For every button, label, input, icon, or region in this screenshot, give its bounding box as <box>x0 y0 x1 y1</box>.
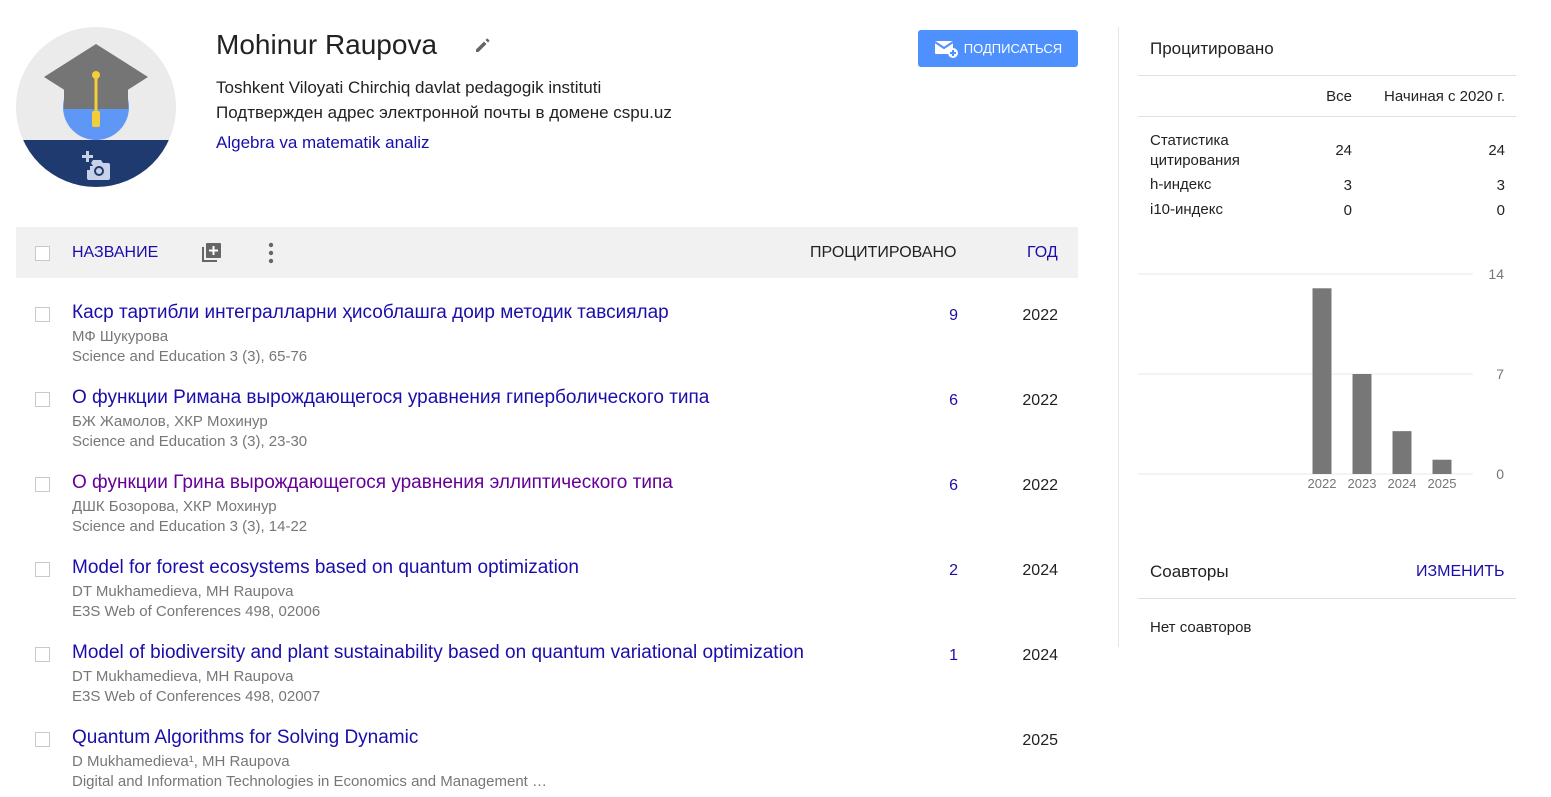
stats-col-all: Все <box>1326 88 1352 105</box>
row-checkbox[interactable] <box>35 392 50 407</box>
affiliation: Toshkent Viloyati Chirchiq davlat pedago… <box>216 78 602 97</box>
research-interest-link[interactable]: Algebra va matematik analiz <box>216 133 430 153</box>
article-year: 2025 <box>1022 732 1058 749</box>
stats-col-since: Начиная с 2020 г. <box>1384 88 1505 105</box>
y-tick-label: 0 <box>1496 466 1504 482</box>
stat-citations-since: 24 <box>1488 142 1505 159</box>
follow-button[interactable]: ПОДПИСАТЬСЯ <box>918 30 1078 67</box>
article-row: Model for forest ecosystems based on qua… <box>16 557 1078 642</box>
article-year: 2022 <box>1022 307 1058 324</box>
article-venue: E3S Web of Conferences 498, 02006 <box>72 603 321 620</box>
row-checkbox[interactable] <box>35 647 50 662</box>
article-authors: DT Mukhamedieva, MH Raupova <box>72 668 294 685</box>
x-tick-label: 2024 <box>1388 476 1417 491</box>
stat-citations-all: 24 <box>1335 142 1352 159</box>
article-year: 2022 <box>1022 477 1058 494</box>
article-authors: МФ Шукурова <box>72 328 169 345</box>
article-authors: DT Mukhamedieva, MH Raupova <box>72 583 294 600</box>
chart-bar <box>1392 431 1412 474</box>
row-checkbox[interactable] <box>35 307 50 322</box>
row-checkbox[interactable] <box>35 562 50 577</box>
chart-bar <box>1312 288 1332 474</box>
stat-h-index-all: 3 <box>1343 177 1352 194</box>
article-title-link[interactable]: Model of biodiversity and plant sustaina… <box>72 642 804 664</box>
row-checkbox[interactable] <box>35 732 50 747</box>
stat-h-index-since: 3 <box>1496 177 1505 194</box>
stat-i10-since: 0 <box>1496 202 1505 219</box>
article-authors: ДШК Бозорова, ХКР Мохинур <box>72 498 277 515</box>
sort-by-title[interactable]: НАЗВАНИЕ <box>72 244 158 262</box>
mail-plus-icon <box>934 40 958 58</box>
article-authors: БЖ Жамолов, ХКР Мохинур <box>72 413 268 430</box>
row-checkbox[interactable] <box>35 477 50 492</box>
article-row: О функции Римана вырождающегося уравнени… <box>16 387 1078 472</box>
article-venue: Science and Education 3 (3), 14-22 <box>72 518 308 535</box>
select-all-checkbox[interactable] <box>35 246 50 261</box>
edit-pencil-icon[interactable] <box>474 36 492 54</box>
divider <box>1138 598 1516 599</box>
stat-label-citations[interactable]: Статистика цитирования <box>1150 131 1270 171</box>
article-title-link[interactable]: Каср тартибли интегралларни ҳисоблашга д… <box>72 302 669 324</box>
cited-count-link[interactable]: 1 <box>916 647 958 665</box>
articles-table-header: НАЗВАНИЕ ПРОЦИТИРОВАНО ГОД <box>16 227 1078 278</box>
article-venue: Digital and Information Technologies in … <box>72 773 547 790</box>
divider <box>1138 75 1516 76</box>
cited-by-title: Процитировано <box>1150 39 1274 58</box>
add-article-icon[interactable] <box>200 242 222 264</box>
article-title-link[interactable]: Model for forest ecosystems based on qua… <box>72 557 579 579</box>
more-vert-icon[interactable] <box>266 241 276 265</box>
article-title-link[interactable]: О функции Грина вырождающегося уравнения… <box>72 472 673 494</box>
y-tick-label: 7 <box>1496 366 1504 382</box>
article-venue: Science and Education 3 (3), 65-76 <box>72 348 308 365</box>
cited-count-link[interactable]: 2 <box>916 562 958 580</box>
citations-per-year-chart: 14 7 0 2022 2023 2024 2025 <box>1138 266 1504 491</box>
article-venue: Science and Education 3 (3), 23-30 <box>72 433 308 450</box>
no-coauthors-text: Нет соавторов <box>1150 619 1252 636</box>
article-row: Каср тартибли интегралларни ҳисоблашга д… <box>16 302 1078 387</box>
x-tick-label: 2025 <box>1428 476 1457 491</box>
y-tick-label: 14 <box>1488 266 1504 282</box>
article-row: Quantum Algorithms for Solving Dynamic D… <box>16 727 1078 797</box>
coauthors-title: Соавторы <box>1150 562 1229 581</box>
chart-bar <box>1352 374 1372 474</box>
article-row: Model of biodiversity and plant sustaina… <box>16 642 1078 727</box>
stat-i10-all: 0 <box>1343 202 1352 219</box>
x-tick-label: 2023 <box>1348 476 1377 491</box>
stat-label-h-index[interactable]: h-индекс <box>1150 175 1211 195</box>
cited-count-link[interactable]: 6 <box>916 392 958 410</box>
edit-coauthors-button[interactable]: ИЗМЕНИТЬ <box>1416 563 1505 581</box>
sort-by-year[interactable]: ГОД <box>1027 244 1058 262</box>
article-year: 2024 <box>1022 562 1058 579</box>
verified-email: Подтвержден адрес электронной почты в до… <box>216 103 672 122</box>
divider <box>1138 116 1516 117</box>
article-row: О функции Грина вырождающегося уравнения… <box>16 472 1078 557</box>
article-title-link[interactable]: Quantum Algorithms for Solving Dynamic <box>72 727 418 749</box>
follow-label: ПОДПИСАТЬСЯ <box>963 41 1063 56</box>
cited-count-link[interactable]: 9 <box>916 307 958 325</box>
article-authors: D Mukhamedieva¹, MH Raupova <box>72 753 290 770</box>
article-year: 2024 <box>1022 647 1058 664</box>
article-year: 2022 <box>1022 392 1058 409</box>
add-photo-icon[interactable] <box>78 150 112 184</box>
x-tick-label: 2022 <box>1308 476 1337 491</box>
profile-name: Mohinur Raupova <box>216 29 438 60</box>
stat-label-i10-index[interactable]: i10-индекс <box>1150 200 1223 220</box>
chart-bar <box>1432 459 1452 474</box>
article-venue: E3S Web of Conferences 498, 02007 <box>72 688 321 705</box>
sort-by-cited[interactable]: ПРОЦИТИРОВАНО <box>810 244 956 262</box>
cited-count-link[interactable]: 6 <box>916 477 958 495</box>
article-title-link[interactable]: О функции Римана вырождающегося уравнени… <box>72 387 709 409</box>
sidebar-divider <box>1118 27 1119 647</box>
